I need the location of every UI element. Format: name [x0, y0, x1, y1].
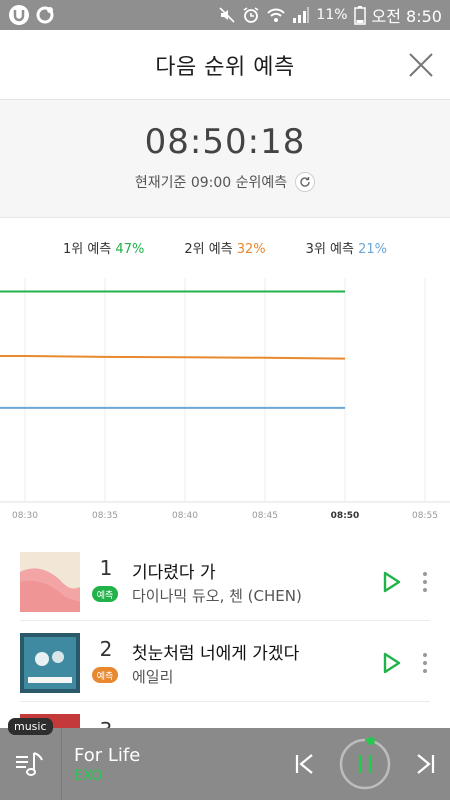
more-options-button[interactable]	[420, 570, 430, 594]
status-bar: 11% 오전 8:50	[0, 0, 450, 30]
x-tick-label: 08:45	[252, 511, 278, 521]
legend-percent-rank3: 21%	[358, 242, 388, 257]
refresh-button[interactable]	[295, 172, 316, 192]
battery-icon	[353, 5, 366, 25]
playlist-button[interactable]	[0, 728, 62, 800]
pause-icon	[339, 737, 391, 790]
signal-icon	[292, 6, 310, 24]
x-tick-label: 08:30	[12, 511, 38, 521]
next-icon	[417, 754, 435, 774]
song-artist: 에일리	[132, 668, 174, 686]
pause-button[interactable]	[338, 737, 392, 791]
rank-number: 2	[99, 637, 113, 661]
wifi-icon	[266, 6, 286, 24]
next-button[interactable]	[414, 752, 436, 776]
countdown-time: 08:50:18	[144, 122, 306, 162]
more-vertical-icon	[423, 572, 427, 592]
prediction-chart: 08:30 08:35 08:40 08:45 08:50 08:55	[0, 270, 450, 530]
series-line-rank2	[0, 354, 346, 360]
now-playing-title: For Life	[74, 744, 141, 766]
legend-item-rank1: 1위 예측 47%	[62, 242, 145, 257]
page-title: 다음 순위 예측	[155, 54, 295, 80]
previous-button[interactable]	[294, 752, 316, 776]
legend-item-rank2: 2위 예측 32%	[184, 242, 266, 257]
close-button[interactable]	[408, 52, 434, 78]
prediction-chart-svg: 08:30 08:35 08:40 08:45 08:50 08:55	[0, 278, 450, 521]
g-icon	[36, 6, 54, 24]
more-options-button[interactable]	[420, 651, 430, 675]
status-time: 오전 8:50	[371, 7, 442, 26]
album-art	[20, 552, 80, 612]
music-tag: music	[8, 718, 53, 735]
page-header: 다음 순위 예측	[0, 30, 450, 100]
mini-player[interactable]: music For Life EXO	[0, 718, 450, 800]
legend-percent-rank1: 47%	[115, 242, 145, 257]
mute-icon	[218, 6, 236, 24]
close-icon	[409, 53, 433, 77]
prediction-badge: 예측	[92, 667, 118, 683]
alarm-icon	[242, 6, 260, 24]
play-icon	[383, 652, 401, 674]
prediction-badge: 예측	[92, 586, 118, 602]
list-item[interactable]: 2 예측 첫눈처럼 너에게 가겠다 에일리	[20, 621, 430, 702]
song-title: 첫눈처럼 너에게 가겠다	[132, 644, 300, 664]
prediction-basis-label: 현재기준 09:00 순위예측	[134, 175, 288, 191]
legend-percent-rank2: 32%	[236, 242, 266, 257]
song-artist: 다이나믹 듀오, 첸 (CHEN)	[132, 587, 302, 605]
more-vertical-icon	[423, 653, 427, 673]
x-tick-label: 08:50	[331, 511, 360, 521]
previous-icon	[295, 754, 313, 774]
legend-item-rank3: 3위 예측 21%	[305, 242, 388, 257]
list-item[interactable]: 1 예측 기다렸다 가 다이나믹 듀오, 첸 (CHEN)	[20, 540, 430, 621]
refresh-icon	[300, 177, 310, 187]
music-note-playlist-icon	[15, 752, 43, 776]
song-title: 기다렸다 가	[132, 563, 216, 583]
now-playing-artist: EXO	[74, 767, 103, 784]
u-plus-icon	[8, 4, 30, 26]
x-tick-label: 08:55	[412, 511, 438, 521]
battery-percent: 11%	[316, 7, 348, 23]
x-tick-label: 08:40	[172, 511, 198, 521]
play-icon	[383, 571, 401, 593]
chart-legend: 1위 예측 47% 2위 예측 32% 3위 예측 21%	[0, 238, 450, 262]
x-tick-label: 08:35	[92, 511, 118, 521]
rank-number: 1	[99, 556, 113, 580]
album-art	[20, 633, 80, 693]
countdown-panel: 08:50:18 현재기준 09:00 순위예측	[0, 100, 450, 218]
play-button[interactable]	[382, 651, 402, 675]
play-button[interactable]	[382, 570, 402, 594]
